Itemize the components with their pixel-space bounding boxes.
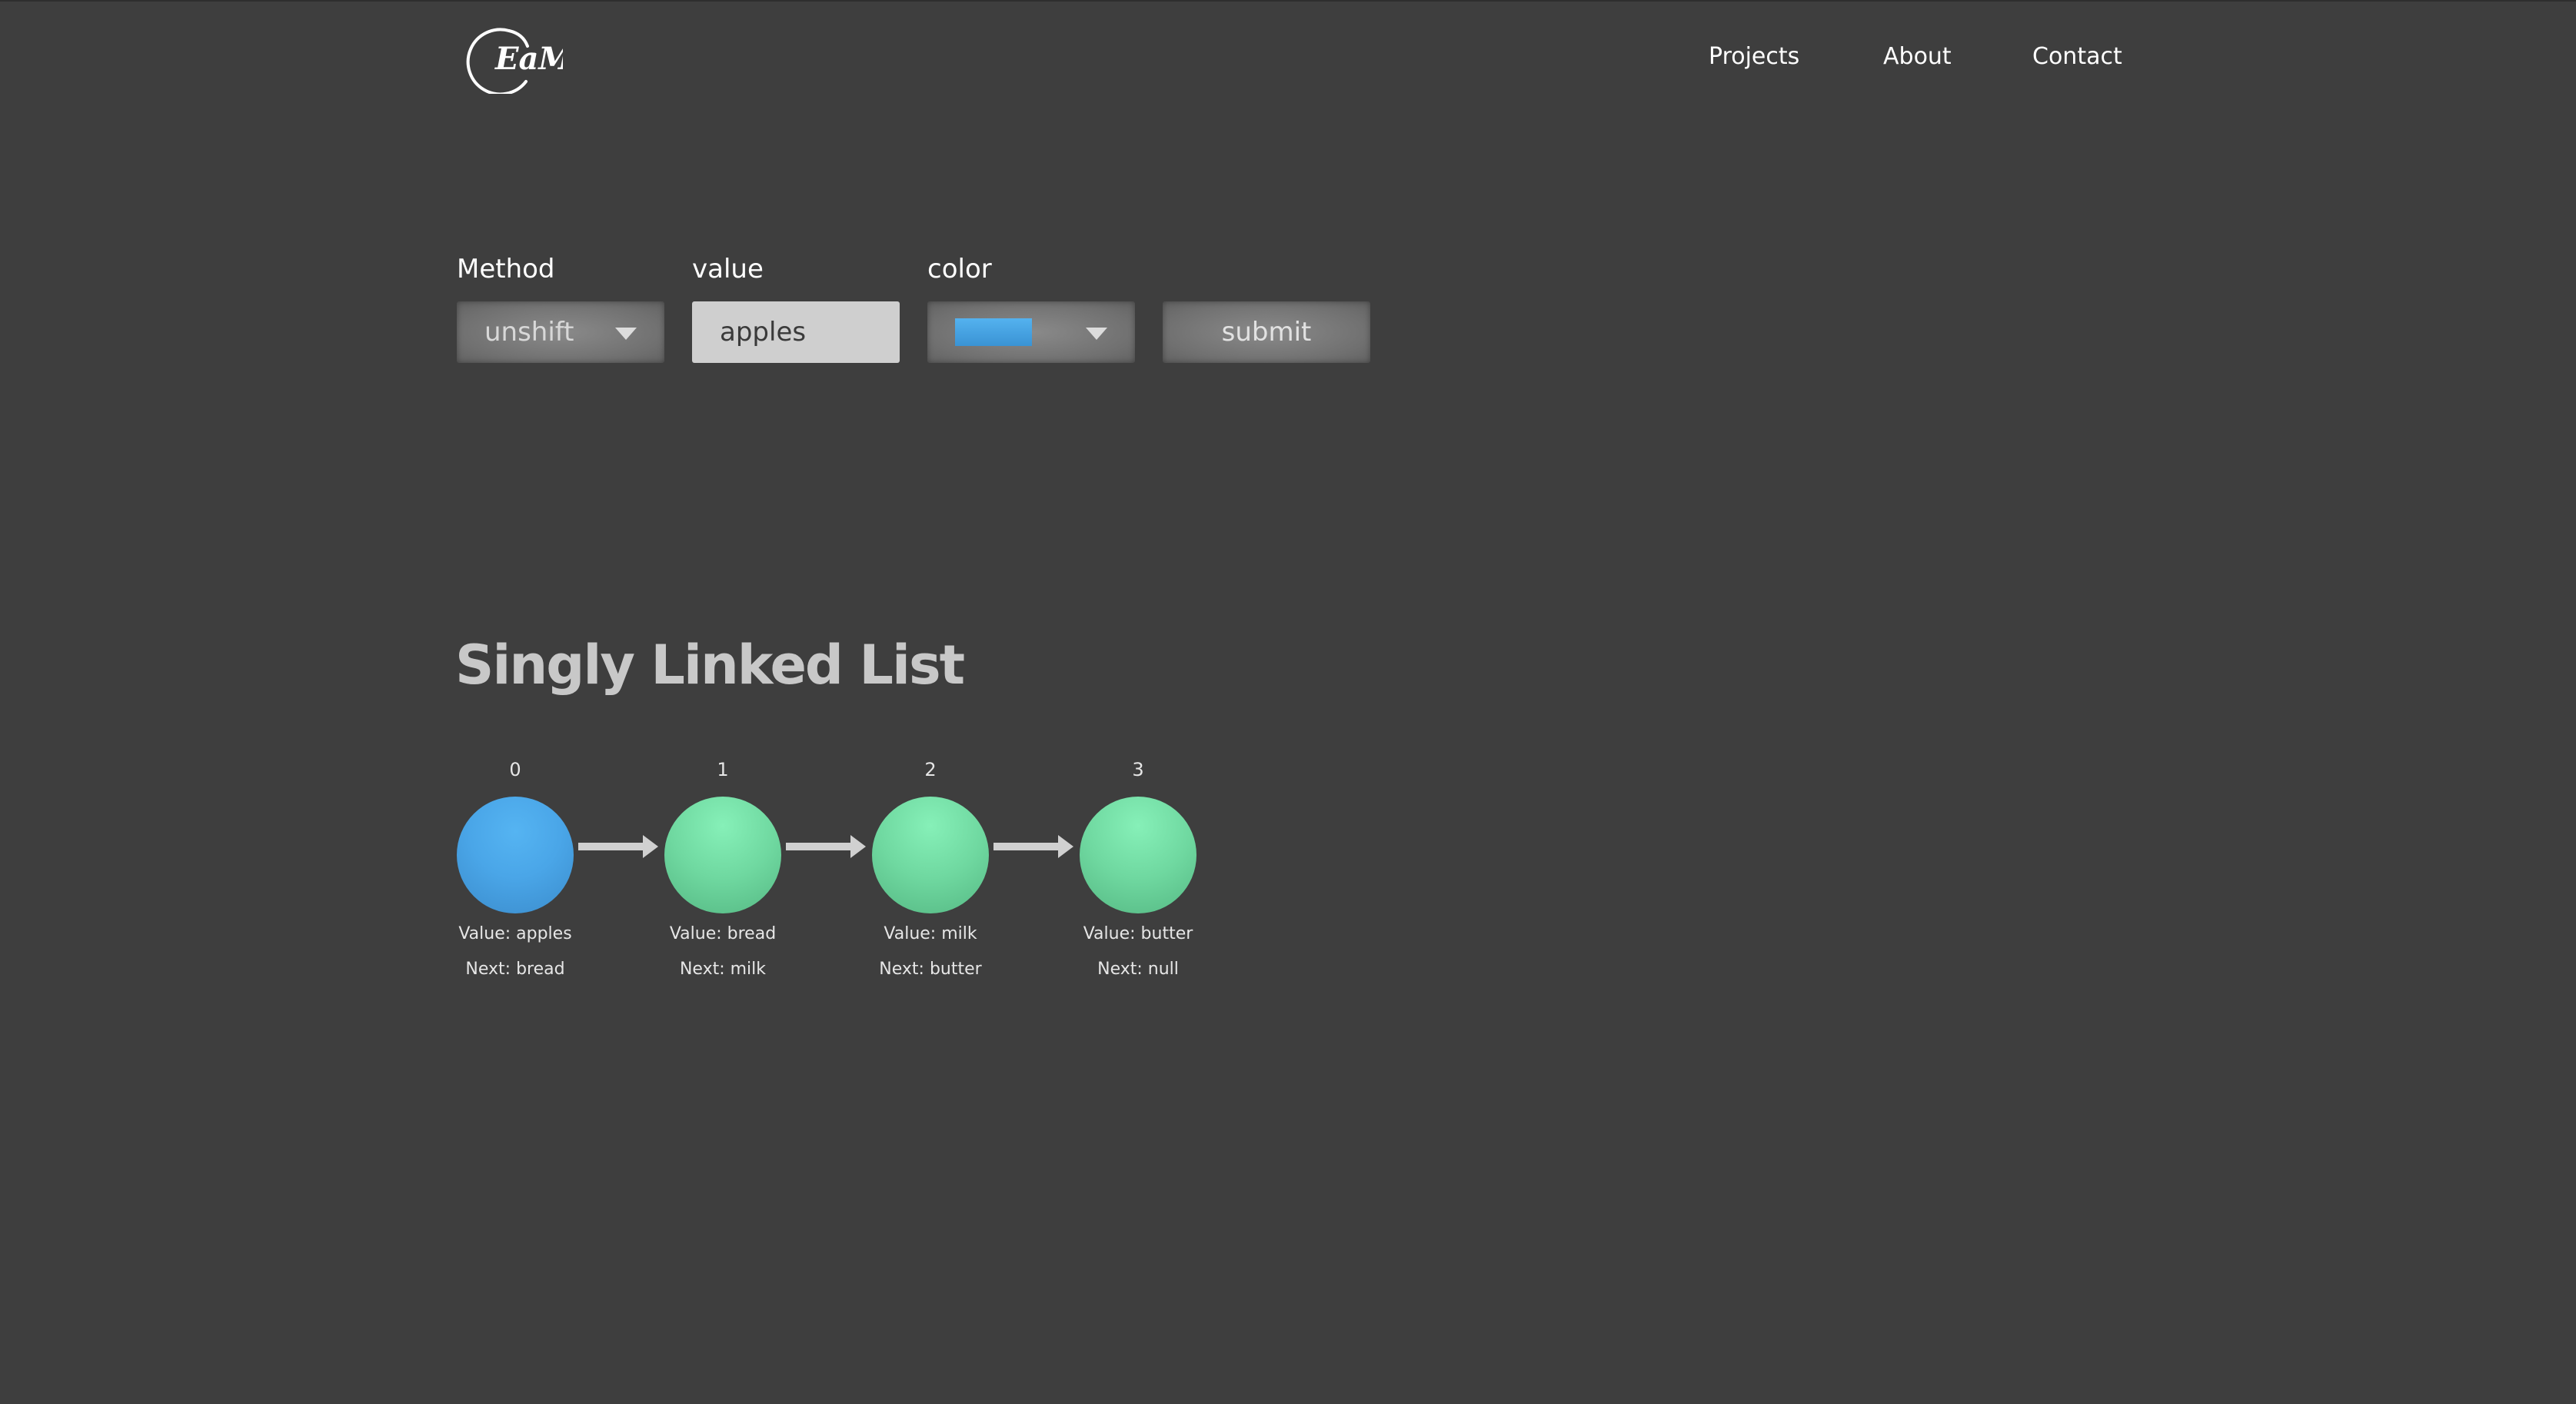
node-next: Next: milk (679, 960, 767, 979)
nav-projects-link[interactable]: Projects (1709, 43, 1799, 70)
submit-button[interactable]: submit (1163, 301, 1370, 363)
node-next: Next: butter (879, 960, 982, 979)
page: EaM Projects About Contact Method value … (0, 0, 2576, 1404)
method-label: Method (457, 254, 555, 284)
node-index: 3 (1132, 759, 1144, 780)
node-value: Value: milk (884, 924, 977, 943)
method-select[interactable]: unshift (457, 301, 664, 363)
node-next: Next: bread (465, 960, 565, 979)
arrow-right-icon (578, 835, 658, 858)
eam-logo[interactable]: EaM (455, 20, 563, 94)
list-node-0: 0 Value: apples Next: bread (457, 758, 574, 979)
value-label: value (692, 254, 764, 284)
chevron-down-icon (615, 328, 637, 340)
node-value: Value: butter (1083, 924, 1193, 943)
node-circle (1080, 797, 1196, 913)
arrow-right-icon (993, 835, 1073, 858)
node-circle (872, 797, 989, 913)
color-select[interactable] (927, 301, 1135, 363)
node-next: Next: null (1097, 960, 1179, 979)
node-value: Value: apples (458, 924, 572, 943)
node-index: 2 (924, 759, 937, 780)
list-node-1: 1 Value: bread Next: milk (664, 758, 781, 979)
node-value: Value: bread (669, 924, 777, 943)
node-circle (457, 797, 574, 913)
value-input[interactable] (692, 301, 900, 363)
node-circle (664, 797, 781, 913)
page-title: Singly Linked List (455, 634, 965, 697)
arrow-right-icon (786, 835, 866, 858)
node-index: 0 (509, 759, 521, 780)
color-swatch (955, 318, 1032, 346)
method-select-value: unshift (484, 317, 574, 348)
list-node-3: 3 Value: butter Next: null (1080, 758, 1196, 979)
nav-about-link[interactable]: About (1883, 43, 1952, 70)
color-label: color (927, 254, 992, 284)
chevron-down-icon (1086, 328, 1107, 340)
list-node-2: 2 Value: milk Next: butter (872, 758, 989, 979)
node-index: 1 (717, 759, 729, 780)
logo-text: EaM (494, 41, 563, 77)
nav-contact-link[interactable]: Contact (2032, 43, 2122, 70)
